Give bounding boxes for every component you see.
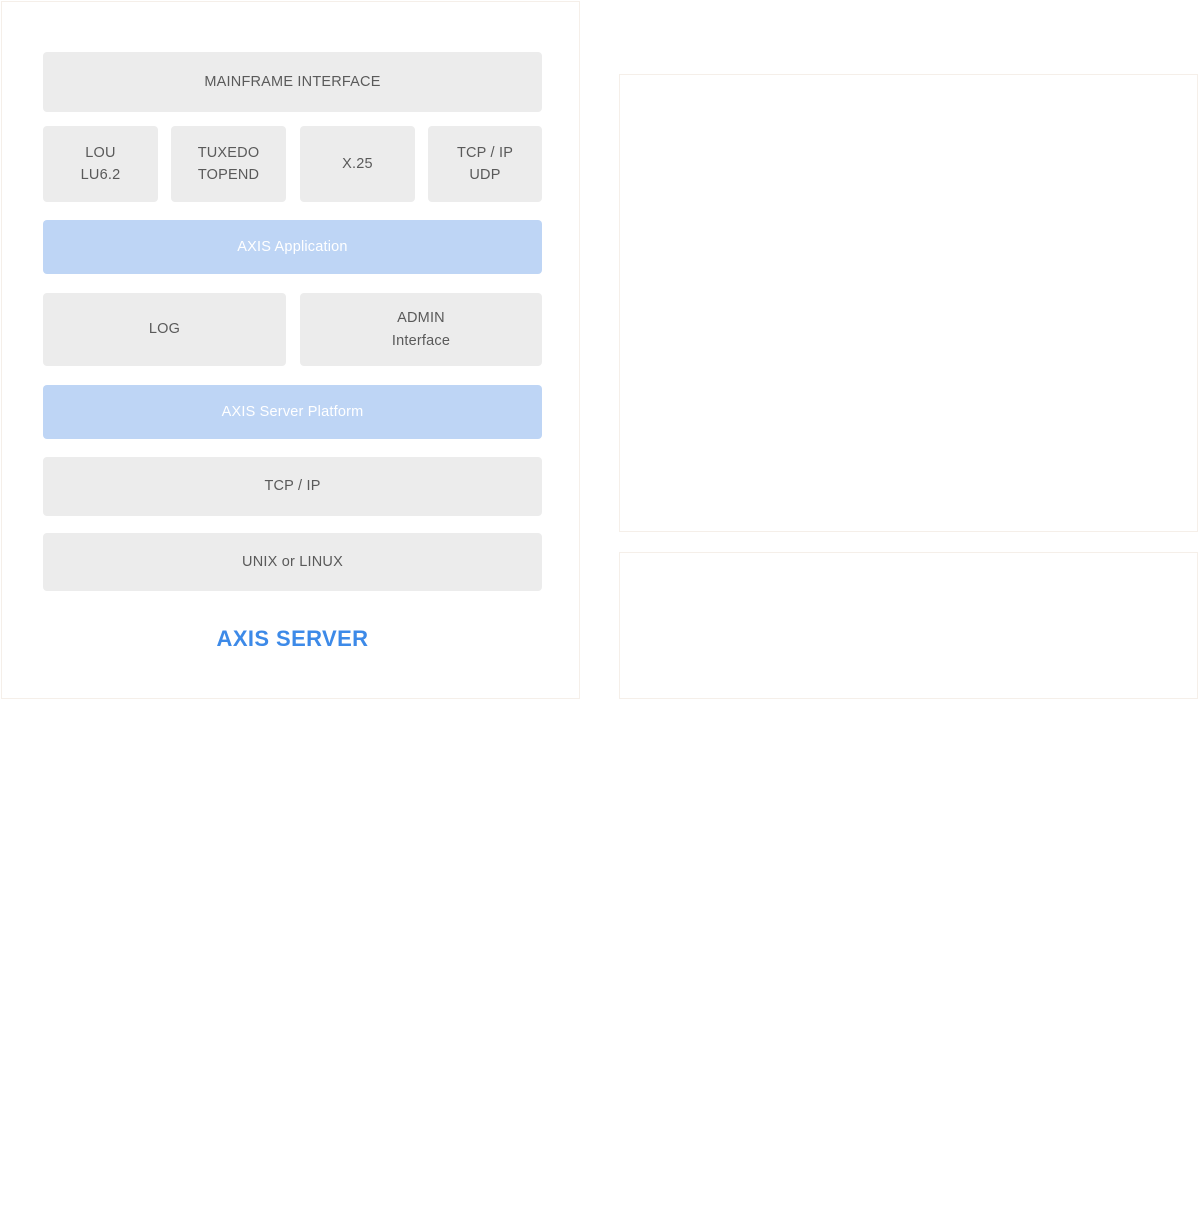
devices-panel: ATM SMS PDA (619, 552, 1198, 699)
block-label-line2: Interface (391, 332, 451, 349)
block-label-line1: TUXEDO (197, 144, 260, 161)
block-label: TCP / IP (264, 478, 321, 495)
block-axis-application: AXIS Application (43, 220, 542, 274)
block-label-line2: UDP (469, 167, 501, 183)
block-label-line1: LOU (85, 144, 116, 161)
block-label: AXIS Server Platform (221, 403, 364, 420)
block-log: LOG (43, 293, 286, 366)
block-admin-interface: ADMIN Interface (300, 293, 542, 366)
block-label-line2: LU6.2 (80, 167, 121, 183)
block-tcpip-udp: TCP / IP UDP (428, 126, 542, 202)
block-label: MAINFRAME INTERFACE (204, 73, 381, 90)
block-lou-lu62: LOU LU6.2 (43, 126, 158, 202)
block-tuxedo-topend: TUXEDO TOPEND (171, 126, 286, 202)
block-label-line1: X.25 (342, 155, 373, 172)
block-unix-or-linux: UNIX or LINUX (43, 533, 542, 591)
architecture-diagram: MAINFRAME INTERFACE LOU LU6.2 TUXEDO TOP… (0, 0, 1198, 699)
block-label-line1: LOG (148, 321, 181, 338)
block-label-line2: TOPEND (197, 167, 260, 183)
block-label-line1: TCP / IP (456, 144, 514, 161)
block-label: UNIX or LINUX (242, 553, 343, 570)
block-server-tcpip: TCP / IP (43, 457, 542, 516)
axis-server-caption: AXIS SERVER (216, 626, 369, 651)
block-label-line1: ADMIN (397, 310, 445, 327)
axis-server-panel: MAINFRAME INTERFACE LOU LU6.2 TUXEDO TOP… (1, 1, 580, 699)
axis-client-panel: CTI Business Device AXIS Client Platform… (619, 74, 1198, 532)
block-axis-server-platform: AXIS Server Platform (43, 385, 542, 439)
block-mainframe-interface: MAINFRAME INTERFACE (43, 52, 542, 112)
block-label: AXIS Application (237, 238, 348, 255)
block-x25: X.25 (300, 126, 415, 202)
